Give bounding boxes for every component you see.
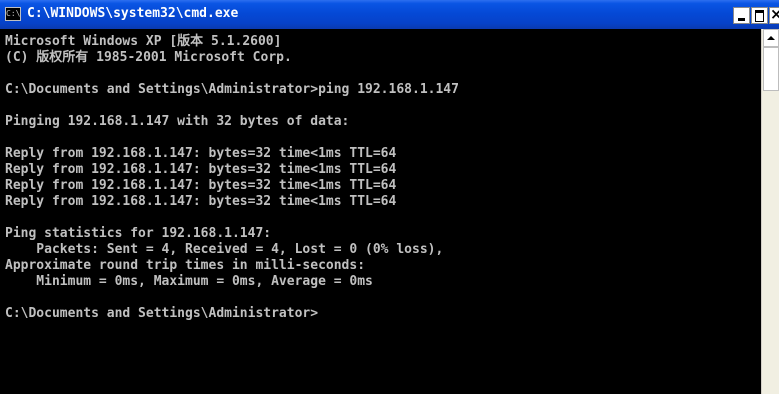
console-line: Reply from 192.168.1.147: bytes=32 time<… — [5, 162, 397, 177]
console-line: Reply from 192.168.1.147: bytes=32 time<… — [5, 146, 397, 161]
console-line: Approximate round trip times in milli-se… — [5, 258, 366, 273]
console-line: Ping statistics for 192.168.1.147: — [5, 226, 272, 241]
console-line: Reply from 192.168.1.147: bytes=32 time<… — [5, 178, 397, 193]
title-bar[interactable]: C:\ C:\WINDOWS\system32\cmd.exe — [0, 0, 779, 29]
console-prompt[interactable]: C:\Documents and Settings\Administrator> — [5, 306, 761, 322]
console-line: (C) 版权所有 1985-2001 Microsoft Corp. — [5, 50, 292, 65]
console-line: Microsoft Windows XP [版本 5.1.2600] — [5, 34, 282, 49]
console-line: Packets: Sent = 4, Received = 4, Lost = … — [5, 242, 444, 257]
cmd-window: C:\ C:\WINDOWS\system32\cmd.exe Microsof… — [0, 0, 779, 394]
window-title: C:\WINDOWS\system32\cmd.exe — [27, 6, 239, 21]
console-line: Minimum = 0ms, Maximum = 0ms, Average = … — [5, 274, 373, 289]
maximize-button[interactable] — [751, 7, 768, 24]
console-app-icon[interactable]: C:\ — [5, 7, 21, 21]
console-output[interactable]: Microsoft Windows XP [版本 5.1.2600] (C) 版… — [0, 29, 761, 394]
console-line: Pinging 192.168.1.147 with 32 bytes of d… — [5, 114, 350, 129]
console-line: C:\Documents and Settings\Administrator>… — [5, 82, 459, 97]
scroll-thumb[interactable] — [763, 47, 779, 91]
scroll-up-button[interactable] — [763, 29, 779, 47]
minimize-button[interactable] — [733, 7, 750, 24]
close-button[interactable] — [769, 6, 779, 24]
vertical-scrollbar[interactable] — [761, 29, 779, 394]
console-line: Reply from 192.168.1.147: bytes=32 time<… — [5, 194, 397, 209]
